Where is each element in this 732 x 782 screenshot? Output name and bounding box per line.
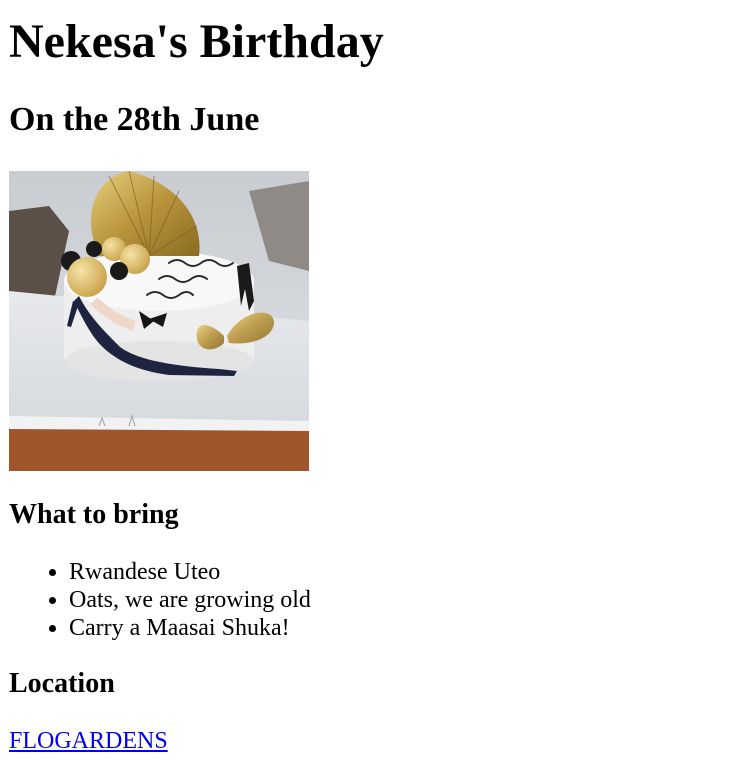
page-subtitle: On the 28th June [9,101,260,138]
list-item: Oats, we are growing old [69,586,311,614]
location-heading: Location [9,668,115,699]
location-link[interactable]: FLOGARDENS [9,727,168,755]
page-title: Nekesa's Birthday [9,15,384,68]
list-item: Carry a Maasai Shuka! [69,614,311,642]
bring-list: Rwandese Uteo Oats, we are growing old C… [9,558,311,642]
list-item: Rwandese Uteo [69,558,311,586]
cake-photo [9,171,309,471]
what-to-bring-heading: What to bring [9,499,179,530]
